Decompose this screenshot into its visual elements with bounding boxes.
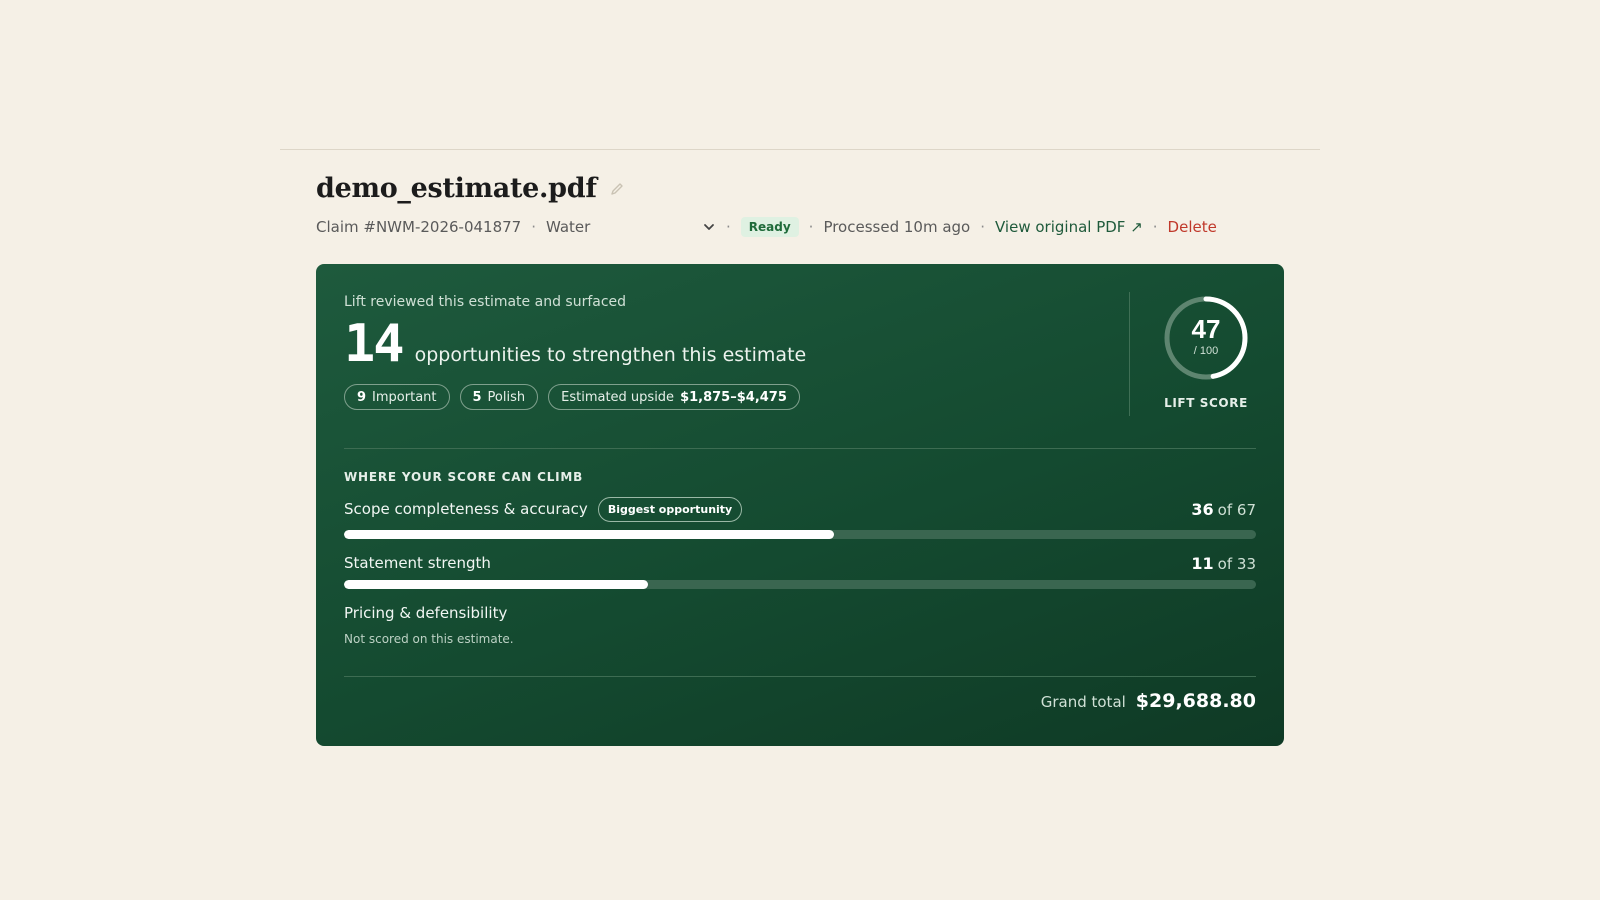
opportunity-count-row: 14 opportunities to strengthen this esti…	[344, 318, 1104, 370]
metric-name: Statement strength	[344, 554, 491, 572]
pencil-icon[interactable]	[609, 181, 625, 197]
opportunity-count: 14	[344, 314, 405, 374]
not-scored-note: Not scored on this estimate.	[344, 632, 514, 646]
meta-separator: ·	[1152, 218, 1158, 236]
loss-type-value: Water	[545, 218, 591, 236]
polish-pill[interactable]: 5 Polish	[459, 384, 539, 410]
progress-track	[344, 530, 1256, 539]
document-title: demo_estimate.pdf	[316, 172, 597, 204]
meta-separator: ·	[531, 218, 536, 236]
delete-button[interactable]: Delete	[1168, 218, 1217, 236]
meta-row: Claim #NWM-2026-041877 · Water · Ready ·…	[316, 212, 1286, 242]
metric-statement[interactable]: Statement strength 11 of 33	[344, 548, 1256, 589]
grand-total-label: Grand total	[1040, 693, 1126, 711]
metric-name: Scope completeness & accuracy Biggest op…	[344, 496, 743, 522]
breakdown-title: WHERE YOUR SCORE CAN CLIMB	[344, 470, 584, 484]
metric-score-value: 11	[1191, 553, 1214, 573]
metric-label: Pricing & defensibility	[344, 604, 508, 622]
meta-separator: ·	[980, 218, 985, 236]
title-row: demo_estimate.pdf	[316, 170, 1286, 206]
grand-total: Grand total $29,688.80	[1041, 690, 1256, 712]
upside-value: $1,875–$4,475	[680, 389, 787, 405]
view-original-pdf-link[interactable]: View original PDF ↗	[995, 218, 1143, 236]
metric-score: 36 of 67	[1191, 500, 1256, 519]
metric-head: Statement strength 11 of 33	[344, 548, 1256, 578]
upside-pill[interactable]: Estimated upside $1,875–$4,475	[548, 384, 800, 410]
grand-total-value: $29,688.80	[1135, 690, 1256, 712]
processed-time: Processed 10m ago	[823, 218, 971, 236]
metric-label: Statement strength	[344, 554, 491, 572]
severity-pills: 9 Important 5 Polish Estimated upside $1…	[344, 384, 1104, 410]
upside-label: Estimated upside	[561, 389, 675, 405]
metric-score-max: of 67	[1217, 500, 1256, 519]
lift-score: 47 / 100 LIFT SCORE	[1156, 294, 1256, 410]
summary-intro: Lift reviewed this estimate and surfaced	[344, 294, 627, 310]
score-max: / 100	[1194, 345, 1218, 357]
totals-divider	[344, 676, 1256, 677]
claim-number: Claim #NWM-2026-041877	[316, 218, 522, 236]
document-header: demo_estimate.pdf Claim #NWM-2026-041877…	[316, 170, 1286, 242]
progress-fill	[344, 580, 648, 589]
opportunity-caption: opportunities to strengthen this estimat…	[414, 344, 807, 366]
polish-count: 5	[472, 389, 482, 405]
progress-fill	[344, 530, 834, 539]
metric-label: Scope completeness & accuracy	[344, 500, 588, 518]
lift-summary-card: Lift reviewed this estimate and surfaced…	[316, 264, 1284, 746]
score-label: LIFT SCORE	[1164, 396, 1248, 410]
biggest-opportunity-badge: Biggest opportunity	[597, 496, 743, 522]
polish-label: Polish	[487, 389, 526, 405]
summary-divider	[1129, 292, 1130, 416]
summary-block: Lift reviewed this estimate and surfaced…	[344, 294, 1104, 410]
metric-head: Pricing & defensibility	[344, 598, 1256, 628]
metric-name: Pricing & defensibility	[344, 604, 507, 622]
important-label: Important	[372, 389, 437, 405]
important-pill[interactable]: 9 Important	[344, 384, 450, 410]
score-value: 47	[1192, 314, 1221, 344]
metric-scope[interactable]: Scope completeness & accuracy Biggest op…	[344, 494, 1256, 539]
important-count: 9	[357, 389, 367, 405]
meta-separator: ·	[808, 218, 814, 236]
meta-separator: ·	[725, 218, 731, 236]
status-badge: Ready	[740, 217, 799, 237]
metric-score-max: of 33	[1217, 554, 1256, 573]
metric-pricing[interactable]: Pricing & defensibility Not scored on th…	[344, 598, 1256, 646]
metric-head: Scope completeness & accuracy Biggest op…	[344, 494, 1256, 524]
loss-type-select[interactable]: Water	[546, 218, 716, 236]
score-ring: 47 / 100	[1164, 296, 1248, 380]
metric-score-value: 36	[1191, 499, 1214, 519]
section-divider	[344, 448, 1256, 449]
progress-track	[344, 580, 1256, 589]
top-divider	[280, 149, 1320, 150]
metric-score: 11 of 33	[1191, 554, 1256, 573]
chevron-down-icon	[702, 220, 716, 234]
